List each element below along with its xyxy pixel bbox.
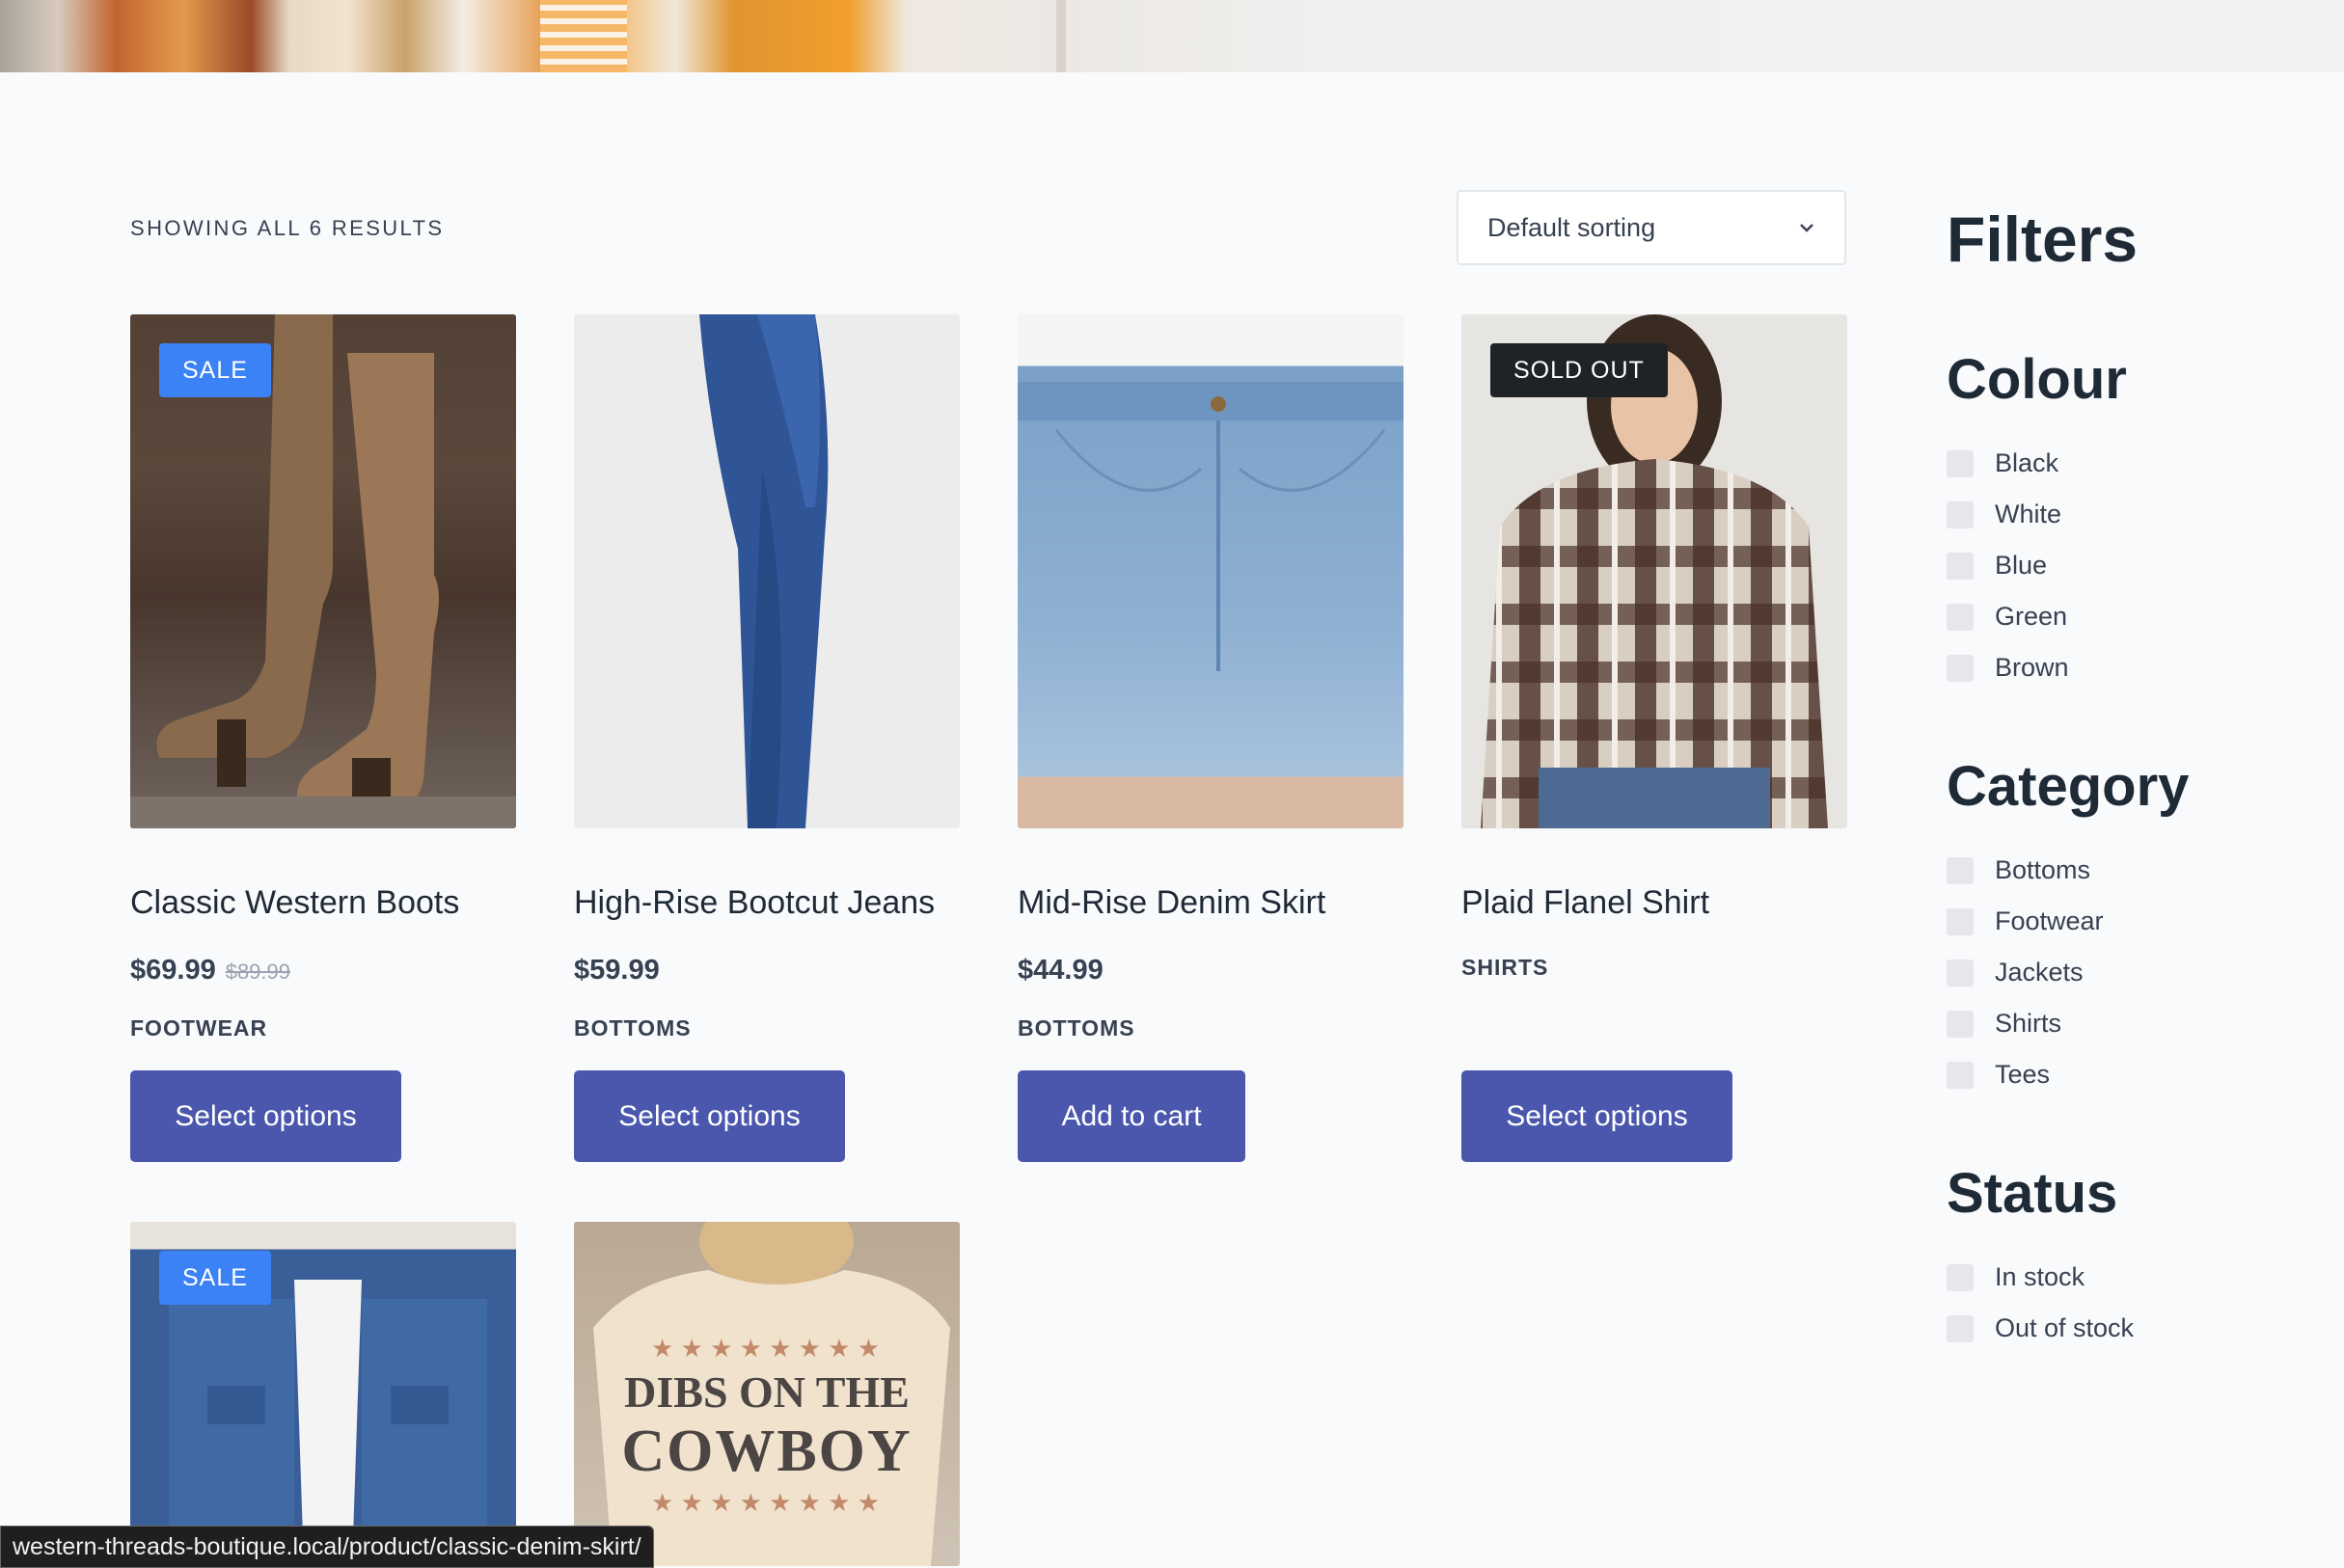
sale-badge: SALE bbox=[159, 1251, 271, 1305]
product-card-denim-jacket: SALE bbox=[130, 1222, 516, 1566]
hero-rack-pole bbox=[1056, 0, 1066, 72]
svg-text:★ ★ ★ ★ ★ ★ ★ ★: ★ ★ ★ ★ ★ ★ ★ ★ bbox=[651, 1488, 880, 1517]
product-title[interactable]: Mid-Rise Denim Skirt bbox=[1018, 884, 1404, 922]
option-label: Jackets bbox=[1995, 958, 2084, 987]
filter-option-in-stock[interactable]: In stock bbox=[1947, 1262, 2085, 1292]
category-heading: Category bbox=[1947, 755, 2190, 818]
option-label: Brown bbox=[1995, 653, 2069, 682]
product-image[interactable]: ★ ★ ★ ★ ★ ★ ★ ★ ★ ★ ★ ★ ★ ★ ★ ★ DIBS ON … bbox=[574, 1222, 960, 1566]
checkbox[interactable] bbox=[1947, 500, 1974, 528]
hero-banner-image bbox=[0, 0, 2344, 72]
option-label: Blue bbox=[1995, 551, 2048, 580]
product-title[interactable]: Classic Western Boots bbox=[130, 884, 516, 922]
filter-option-black[interactable]: Black bbox=[1947, 448, 2058, 478]
checkbox[interactable] bbox=[1947, 1263, 1974, 1291]
link-preview-status-bar: western-threads-boutique.local/product/c… bbox=[0, 1526, 654, 1568]
product-image[interactable]: SALE bbox=[130, 314, 516, 828]
product-category[interactable]: BOTTOMS bbox=[574, 1015, 960, 1041]
select-options-button[interactable]: Select options bbox=[574, 1070, 845, 1162]
option-label: Black bbox=[1995, 448, 2059, 477]
checkbox[interactable] bbox=[1947, 1314, 1974, 1342]
chevron-down-icon bbox=[1800, 224, 1813, 232]
filter-option-tees[interactable]: Tees bbox=[1947, 1060, 2050, 1090]
checkbox[interactable] bbox=[1947, 907, 1974, 935]
filter-option-bottoms[interactable]: Bottoms bbox=[1947, 855, 2090, 885]
original-price: $89.99 bbox=[225, 960, 290, 984]
filter-option-white[interactable]: White bbox=[1947, 500, 2061, 529]
tee-print-line2: COWBOY bbox=[621, 1419, 913, 1484]
product-title[interactable]: High-Rise Bootcut Jeans bbox=[574, 884, 960, 922]
option-label: Bottoms bbox=[1995, 855, 2091, 884]
checkbox[interactable] bbox=[1947, 1010, 1974, 1038]
checkbox[interactable] bbox=[1947, 449, 1974, 477]
checkbox[interactable] bbox=[1947, 856, 1974, 884]
option-label: White bbox=[1995, 500, 2062, 528]
product-image[interactable]: SOLD OUT bbox=[1461, 314, 1847, 828]
filter-option-shirts[interactable]: Shirts bbox=[1947, 1009, 2061, 1039]
checkbox[interactable] bbox=[1947, 603, 1974, 631]
product-card-high-rise-bootcut-jeans: High-Rise Bootcut Jeans $59.99 BOTTOMS bbox=[574, 314, 960, 1041]
filter-option-jackets[interactable]: Jackets bbox=[1947, 958, 2084, 987]
checkbox[interactable] bbox=[1947, 959, 1974, 987]
product-image[interactable]: SALE bbox=[130, 1222, 516, 1566]
sorting-selected-label: Default sorting bbox=[1487, 212, 1656, 242]
product-title[interactable]: Plaid Flanel Shirt bbox=[1461, 884, 1847, 922]
sale-price: $69.99 bbox=[130, 955, 216, 986]
jeans-illustration bbox=[699, 314, 829, 828]
product-price: $69.99 $89.99 bbox=[130, 955, 516, 987]
product-price: $44.99 bbox=[1018, 955, 1104, 986]
tee-print: DIBS ON THE COWBOY bbox=[574, 1366, 960, 1486]
filter-option-out-of-stock[interactable]: Out of stock bbox=[1947, 1313, 2134, 1343]
product-card-mid-rise-denim-skirt: Mid-Rise Denim Skirt $44.99 BOTTOMS bbox=[1018, 314, 1404, 1041]
select-options-button[interactable]: Select options bbox=[130, 1070, 401, 1162]
checkbox[interactable] bbox=[1947, 1061, 1974, 1089]
option-label: In stock bbox=[1995, 1262, 2085, 1291]
filter-option-footwear[interactable]: Footwear bbox=[1947, 906, 2104, 936]
checkbox[interactable] bbox=[1947, 552, 1974, 580]
sorting-select[interactable]: Default sorting bbox=[1457, 190, 1846, 265]
product-card-graphic-tee: ★ ★ ★ ★ ★ ★ ★ ★ ★ ★ ★ ★ ★ ★ ★ ★ DIBS ON … bbox=[574, 1222, 960, 1566]
product-image[interactable] bbox=[574, 314, 960, 828]
product-category[interactable]: SHIRTS bbox=[1461, 955, 1847, 981]
colour-heading: Colour bbox=[1947, 348, 2127, 411]
option-label: Green bbox=[1995, 602, 2068, 631]
option-label: Out of stock bbox=[1995, 1313, 2135, 1342]
svg-text:★ ★ ★ ★ ★ ★ ★ ★: ★ ★ ★ ★ ★ ★ ★ ★ bbox=[651, 1334, 880, 1363]
checkbox[interactable] bbox=[1947, 654, 1974, 682]
option-label: Footwear bbox=[1995, 906, 2104, 935]
product-price: $59.99 bbox=[574, 955, 660, 986]
status-heading: Status bbox=[1947, 1162, 2118, 1225]
tee-print-line1: DIBS ON THE bbox=[624, 1367, 910, 1417]
product-card-plaid-flanel-shirt: SOLD OUT Plaid Flanel Shirt SHIRTS bbox=[1461, 314, 1847, 981]
result-count: SHOWING ALL 6 RESULTS bbox=[130, 216, 445, 240]
hero-striped-garment bbox=[540, 0, 627, 72]
filters-heading: Filters bbox=[1947, 203, 2139, 275]
select-options-button[interactable]: Select options bbox=[1461, 1070, 1732, 1162]
product-image[interactable] bbox=[1018, 314, 1404, 828]
product-category[interactable]: FOOTWEAR bbox=[130, 1015, 516, 1041]
filter-option-brown[interactable]: Brown bbox=[1947, 653, 2069, 683]
add-to-cart-button[interactable]: Add to cart bbox=[1018, 1070, 1245, 1162]
option-label: Tees bbox=[1995, 1060, 2051, 1089]
filter-option-blue[interactable]: Blue bbox=[1947, 551, 2047, 581]
option-label: Shirts bbox=[1995, 1009, 2062, 1038]
filter-option-green[interactable]: Green bbox=[1947, 602, 2067, 632]
skirt-illustration bbox=[1018, 382, 1404, 671]
sale-badge: SALE bbox=[159, 343, 271, 397]
product-category[interactable]: BOTTOMS bbox=[1018, 1015, 1404, 1041]
sold-out-badge: SOLD OUT bbox=[1490, 343, 1668, 397]
product-card-classic-western-boots: SALE Classic Western Boots $69.99 $89.99 … bbox=[130, 314, 516, 1041]
